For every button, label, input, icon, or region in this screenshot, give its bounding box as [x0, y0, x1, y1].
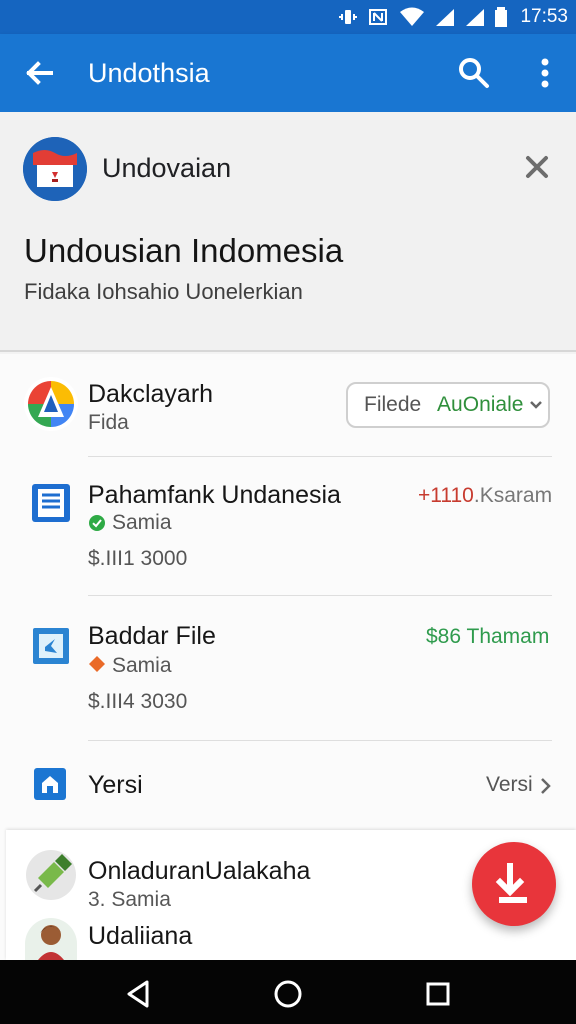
chevron-right-icon	[541, 778, 551, 794]
version-value[interactable]: Versi	[486, 772, 533, 798]
download-button[interactable]	[472, 842, 556, 926]
filter-select[interactable]: Filede AuOniale	[346, 382, 550, 428]
home-icon	[34, 768, 66, 800]
transaction-status: Samia	[112, 654, 172, 677]
more-vert-icon[interactable]	[526, 53, 566, 93]
app-title: Undothsia	[88, 58, 210, 88]
select-value: AuOniale	[437, 393, 524, 416]
lower-item-title: Udaliiana	[88, 922, 193, 950]
document-icon	[32, 484, 70, 522]
status-bar: 17:53	[0, 0, 576, 34]
top-item-title: Dakclayarh	[88, 380, 214, 408]
nfc-icon	[369, 9, 388, 25]
wifi-icon	[400, 7, 425, 26]
status-icons: 17:53	[338, 6, 568, 28]
select-prefix: Filede	[364, 393, 422, 416]
close-icon[interactable]	[518, 148, 556, 186]
warning-icon	[89, 656, 105, 672]
divider	[88, 740, 552, 741]
divider	[88, 595, 552, 596]
transaction-title: Pahamfank Undanesia	[88, 481, 341, 509]
header-title: Undousian Indomesia	[24, 232, 344, 269]
download-icon	[495, 863, 527, 903]
battery-icon	[495, 7, 508, 27]
divider	[88, 456, 552, 457]
transaction-right-value: +1110.Ksaram	[418, 483, 552, 509]
back-icon[interactable]	[119, 974, 159, 1014]
status-time: 17:53	[520, 6, 568, 27]
signal-icon	[466, 9, 485, 26]
back-arrow-icon[interactable]	[20, 53, 60, 93]
transaction-right-value: $86 Thamam	[426, 625, 550, 648]
app-bar: Undothsia	[0, 34, 576, 112]
signal-icon	[436, 9, 455, 26]
transaction-amount: $.III1 3000	[88, 547, 188, 570]
flag-icon	[23, 137, 87, 201]
recents-icon[interactable]	[418, 974, 458, 1014]
navigation-bar	[0, 960, 576, 1024]
transaction-amount: $.III4 3030	[88, 690, 188, 713]
search-icon[interactable]	[454, 53, 494, 93]
plugin-icon	[26, 850, 76, 900]
amount-change: +1110	[418, 484, 474, 507]
app-avatar	[23, 137, 87, 201]
lower-item-subtitle: 3. Samia	[88, 888, 171, 911]
lower-item-title: OnladuranUalakaha	[88, 857, 311, 885]
version-title: Yersi	[88, 771, 143, 799]
person-avatar-icon	[25, 918, 77, 960]
header-subtitle: Fidaka Iohsahio Uonelerkian	[24, 279, 303, 304]
top-item-subtitle: Fida	[88, 411, 129, 434]
home-icon[interactable]	[268, 974, 308, 1014]
transaction-title: Baddar File	[88, 622, 216, 650]
file-icon	[33, 628, 69, 664]
vibrate-icon	[339, 10, 358, 24]
transaction-status: Samia	[112, 511, 172, 534]
amount-unit: .Ksaram	[473, 484, 553, 507]
chevron-down-icon	[530, 401, 542, 409]
check-circle-icon	[89, 515, 105, 531]
colorful-triangle-icon	[24, 377, 78, 431]
avatar-name: Undovaian	[102, 153, 232, 183]
